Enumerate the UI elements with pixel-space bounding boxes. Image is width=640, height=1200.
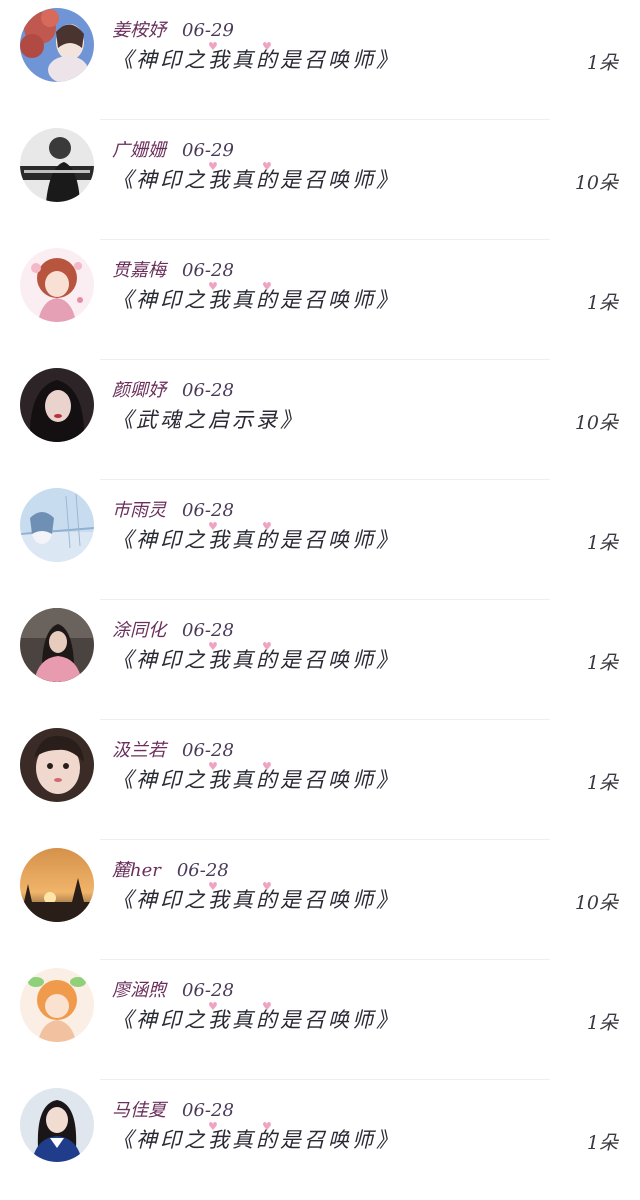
avatar-anime-girl-red-image: [20, 248, 94, 322]
heart-decoration-icon: ♥: [262, 520, 272, 533]
gift-count: 1朵: [586, 532, 618, 554]
send-date: 06-28: [182, 620, 234, 641]
avatar[interactable]: [20, 128, 94, 202]
heart-decoration-icon: ♥: [208, 760, 218, 773]
send-date: 06-28: [176, 860, 229, 881]
heart-decoration-icon: ♥: [262, 280, 272, 293]
gift-title[interactable]: 《神印之我真的是召唤师》 ♥ ♥: [112, 160, 400, 194]
heart-decoration-icon: ♥: [262, 1000, 272, 1013]
gift-count: 1朵: [586, 52, 618, 74]
gift-title[interactable]: 《神印之我真的是召唤师》 ♥ ♥: [112, 280, 400, 314]
user-name[interactable]: 麓her: [112, 856, 161, 882]
heart-decoration-icon: ♥: [208, 640, 218, 653]
list-item[interactable]: 颜卿妤 06-28 《武魂之启示录》 10朵: [0, 360, 640, 480]
send-date: 06-28: [182, 740, 234, 761]
heart-decoration-icon: ♥: [208, 520, 218, 533]
heart-decoration-icon: ♥: [262, 640, 272, 653]
gift-count: 1朵: [586, 772, 618, 794]
avatar[interactable]: [20, 728, 94, 802]
gift-count: 1朵: [586, 1012, 618, 1034]
send-date: 06-29: [182, 20, 234, 41]
user-name[interactable]: 广姗姗: [112, 136, 166, 162]
heart-decoration-icon: ♥: [208, 40, 218, 53]
avatar[interactable]: [20, 368, 94, 442]
list-item[interactable]: 廖涵煦 06-28 《神印之我真的是召唤师》 ♥ ♥ 1朵: [0, 960, 640, 1080]
avatar[interactable]: [20, 1088, 94, 1162]
gift-count: 10朵: [574, 412, 618, 434]
gift-title[interactable]: 《神印之我真的是召唤师》 ♥ ♥: [112, 520, 400, 554]
gift-count: 10朵: [574, 892, 618, 914]
avatar-dark-hair-girl-image: [20, 368, 94, 442]
avatar-anime-orange-hair-image: [20, 968, 94, 1042]
avatar[interactable]: [20, 248, 94, 322]
user-name[interactable]: 汲兰若: [112, 736, 166, 762]
send-date: 06-28: [182, 260, 234, 281]
send-date: 06-28: [182, 380, 234, 401]
user-name[interactable]: 廖涵煦: [112, 976, 166, 1002]
gift-count: 1朵: [586, 1132, 618, 1154]
heart-decoration-icon: ♥: [262, 160, 272, 173]
heart-decoration-icon: ♥: [262, 880, 272, 893]
gift-title[interactable]: 《神印之我真的是召唤师》 ♥ ♥: [112, 1000, 400, 1034]
heart-decoration-icon: ♥: [208, 1120, 218, 1133]
avatar-girl-pink-sweater-image: [20, 608, 94, 682]
gift-title[interactable]: 《神印之我真的是召唤师》 ♥ ♥: [112, 640, 400, 674]
list-item[interactable]: 广姗姗 06-29 《神印之我真的是召唤师》 ♥ ♥ 10朵: [0, 120, 640, 240]
list-item[interactable]: 涂同化 06-28 《神印之我真的是召唤师》 ♥ ♥ 1朵: [0, 600, 640, 720]
gift-list: 姜桉妤 06-29 《神印之我真的是召唤师》 ♥ ♥ 1朵 广姗姗 06-29: [0, 0, 640, 1183]
list-item[interactable]: 马佳夏 06-28 《神印之我真的是召唤师》 ♥ ♥ 1朵: [0, 1080, 640, 1200]
user-name[interactable]: 涂同化: [112, 616, 166, 642]
gift-title[interactable]: 《神印之我真的是召唤师》 ♥ ♥: [112, 760, 400, 794]
avatar[interactable]: [20, 608, 94, 682]
heart-decoration-icon: ♥: [262, 1120, 272, 1133]
gift-title[interactable]: 《神印之我真的是召唤师》 ♥ ♥: [112, 40, 400, 74]
user-name[interactable]: 巿雨灵: [112, 496, 166, 522]
avatar[interactable]: [20, 488, 94, 562]
avatar[interactable]: [20, 848, 94, 922]
avatar-monochrome-figure-image: [20, 128, 94, 202]
list-item[interactable]: 汲兰若 06-28 《神印之我真的是召唤师》 ♥ ♥ 1朵: [0, 720, 640, 840]
heart-decoration-icon: ♥: [208, 880, 218, 893]
avatar-girl-closeup-image: [20, 728, 94, 802]
heart-decoration-icon: ♥: [208, 1000, 218, 1013]
list-item[interactable]: 巿雨灵 06-28 《神印之我真的是召唤师》 ♥ ♥ 1朵: [0, 480, 640, 600]
gift-count: 1朵: [586, 292, 618, 314]
heart-decoration-icon: ♥: [208, 160, 218, 173]
user-name[interactable]: 颜卿妤: [112, 376, 166, 402]
avatar[interactable]: [20, 8, 94, 82]
send-date: 06-28: [182, 980, 234, 1001]
heart-decoration-icon: ♥: [208, 280, 218, 293]
gift-count: 1朵: [586, 652, 618, 674]
list-item[interactable]: 姜桉妤 06-29 《神印之我真的是召唤师》 ♥ ♥ 1朵: [0, 0, 640, 120]
list-item[interactable]: 麓her 06-28 《神印之我真的是召唤师》 ♥ ♥ 10朵: [0, 840, 640, 960]
user-name[interactable]: 贯嘉梅: [112, 256, 166, 282]
user-name[interactable]: 马佳夏: [112, 1096, 166, 1122]
avatar[interactable]: [20, 968, 94, 1042]
gift-title[interactable]: 《神印之我真的是召唤师》 ♥ ♥: [112, 880, 400, 914]
gift-title[interactable]: 《神印之我真的是召唤师》 ♥ ♥: [112, 1120, 400, 1154]
send-date: 06-28: [182, 500, 234, 521]
heart-decoration-icon: ♥: [262, 760, 272, 773]
gift-count: 10朵: [574, 172, 618, 194]
send-date: 06-29: [182, 140, 234, 161]
send-date: 06-28: [182, 1100, 234, 1121]
avatar-girl-sailor-uniform-image: [20, 1088, 94, 1162]
avatar-cherry-blossom-image: [20, 8, 94, 82]
list-item[interactable]: 贯嘉梅 06-28 《神印之我真的是召唤师》 ♥ ♥ 1朵: [0, 240, 640, 360]
gift-title[interactable]: 《武魂之启示录》: [112, 404, 304, 434]
avatar-blue-sky-anime-image: [20, 488, 94, 562]
avatar-sunset-image: [20, 848, 94, 922]
user-name[interactable]: 姜桉妤: [112, 16, 166, 42]
heart-decoration-icon: ♥: [262, 40, 272, 53]
